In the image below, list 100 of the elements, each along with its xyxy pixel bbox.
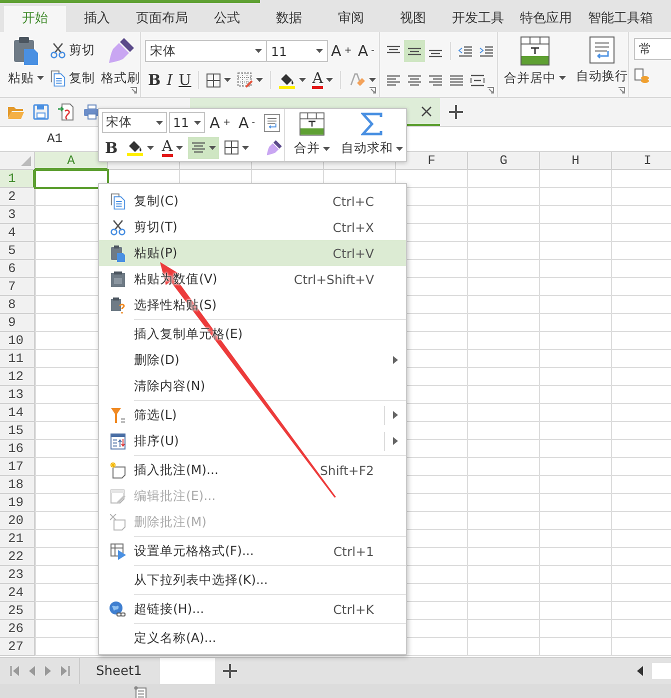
copy-button[interactable]: 复制 [50,70,95,88]
document-icon[interactable] [134,686,148,698]
scroll-left-icon[interactable] [637,666,644,676]
menu-item[interactable]: 插入批注(M)... Shift+F2 [99,457,406,483]
sheet-tab[interactable]: Sheet1 [84,658,154,684]
menu-item[interactable]: 设置单元格格式(F)... Ctrl+1 [99,538,406,564]
row-header[interactable]: 10 [0,332,35,350]
format-painter-button[interactable]: 格式刷 [101,32,140,97]
row-header[interactable]: 4 [0,224,35,242]
close-icon[interactable] [421,106,432,116]
horizontal-scrollbar[interactable] [652,663,671,679]
shrink-font-button[interactable]: A$^{-}$ [354,40,378,62]
row-header[interactable]: 27 [0,638,35,656]
font-name-field[interactable]: 宋体 [102,112,168,133]
align-icon [407,74,422,86]
row-header[interactable]: 20 [0,512,35,530]
menu-item[interactable]: 清除内容(N) [99,373,406,399]
font-size-field[interactable]: 11 [266,40,328,62]
ribbon-tab[interactable]: 页面布局 [128,6,196,32]
menu-item[interactable]: 粘贴(P) Ctrl+V [99,240,406,266]
wrap-text-icon [589,36,616,64]
row-header[interactable]: 9 [0,314,35,332]
copy-icon [110,192,126,210]
merge-cells-icon [299,112,325,136]
row-header[interactable]: 13 [0,386,35,404]
row-header[interactable]: 22 [0,548,35,566]
row-header[interactable]: 21 [0,530,35,548]
menu-item[interactable]: 删除(D) [99,347,406,373]
row-header[interactable]: 17 [0,458,35,476]
align-button[interactable] [188,136,219,158]
font-size-field[interactable]: 11 [169,112,205,133]
dialog-launcher-icon[interactable] [369,87,376,94]
row-header[interactable]: 19 [0,494,35,512]
row-header[interactable]: 25 [0,602,35,620]
dialog-launcher-icon[interactable] [618,87,626,94]
cut-button[interactable]: 剪切 [50,42,95,59]
ribbon-tab[interactable]: 开发工具 [444,6,512,32]
row-header[interactable]: 16 [0,440,35,458]
row-header[interactable]: 23 [0,566,35,584]
merge-center-button[interactable]: 合并居中 [504,32,566,97]
row-header[interactable]: 8 [0,296,35,314]
ribbon-tab[interactable]: 公式 [196,6,258,32]
row-header[interactable]: 18 [0,476,35,494]
borders-icon [224,140,239,155]
name-box[interactable]: A1 [0,127,100,151]
ribbon-tab[interactable]: 审阅 [320,6,382,32]
row-header[interactable]: 1 [0,170,35,188]
menu-item[interactable]: 超链接(H)... Ctrl+K [99,596,406,622]
row-header[interactable]: 12 [0,368,35,386]
number-format-field[interactable]: 常 [634,38,671,60]
menu-item[interactable]: 定义名称(A)... [99,625,406,651]
paste-button[interactable]: 粘贴 [8,32,44,97]
dialog-launcher-icon[interactable] [130,87,137,94]
column-header[interactable]: H [540,152,612,170]
caret-icon [242,146,249,150]
paint-bucket-icon [278,72,296,88]
export-icon[interactable] [57,103,75,121]
row-header[interactable]: 3 [0,206,35,224]
coins-icon[interactable] [634,68,650,84]
caret-icon [37,76,44,80]
vertical-align-button[interactable] [404,40,426,62]
row-header[interactable]: 14 [0,404,35,422]
font-color-button[interactable]: A [158,136,186,158]
menu-item[interactable]: 复制(C) Ctrl+C [99,188,406,214]
font-color-button[interactable]: A [309,69,336,91]
ribbon-tab[interactable]: 数据 [258,6,320,32]
row-header[interactable]: 7 [0,278,35,296]
submenu-arrow-icon [393,411,398,419]
column-header[interactable]: G [468,152,540,170]
caret-icon [176,146,183,150]
dialog-launcher-icon[interactable] [487,87,494,94]
italic-button[interactable]: I [164,69,176,91]
shrink-font-button[interactable]: A$^{-}$ [235,112,258,134]
ribbon-tab[interactable]: 视图 [382,6,444,32]
ribbon-tab[interactable]: 智能工具箱 [580,6,661,32]
grow-font-button[interactable]: A$^{+}$ [328,40,355,62]
row-header[interactable]: 11 [0,350,35,368]
row-header[interactable]: 15 [0,422,35,440]
grow-font-button[interactable]: A$^{+}$ [206,112,234,134]
row-header[interactable]: 26 [0,620,35,638]
row-header[interactable]: 2 [0,188,35,206]
indent-icon [458,44,474,58]
ribbon-tab[interactable]: 开始 [4,6,66,32]
column-header[interactable]: I [612,152,671,170]
merge-button[interactable]: 合并 [288,109,336,161]
ribbon-tab[interactable]: 特色应用 [512,6,580,32]
row-header[interactable]: 5 [0,242,35,260]
row-header[interactable]: 6 [0,260,35,278]
row-header[interactable]: 24 [0,584,35,602]
plus-icon[interactable] [222,664,237,678]
font-name-field[interactable]: 宋体 [145,40,267,62]
menu-item[interactable]: 从下拉列表中选择(K)... [99,567,406,593]
ribbon-tab[interactable]: 插入 [66,6,128,32]
column-header[interactable]: F [396,152,468,170]
bold-button[interactable]: B [145,69,164,91]
underline-button[interactable]: U [176,69,194,91]
menu-item[interactable]: 剪切(T) Ctrl+X [99,214,406,240]
plus-icon[interactable] [449,105,463,119]
wrap-text-button[interactable]: 自动换行 [576,32,628,97]
save-icon[interactable] [33,104,49,120]
